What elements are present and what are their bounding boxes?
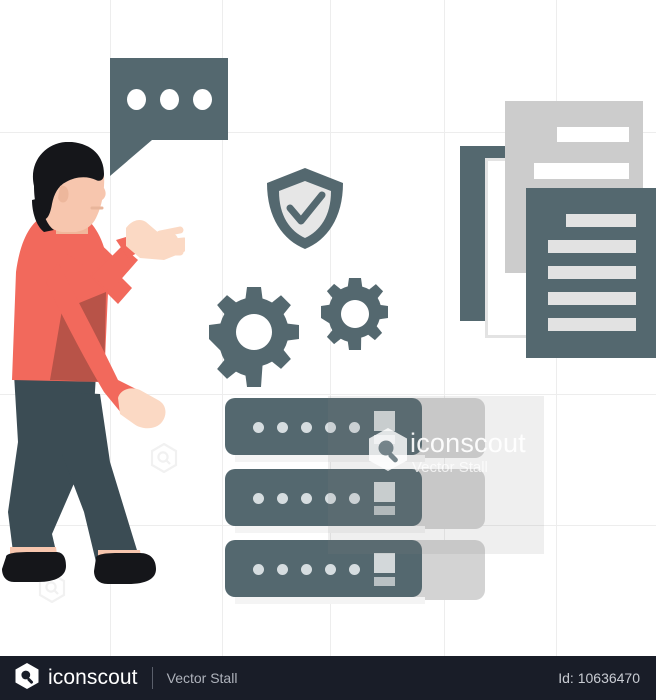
illustration-canvas: iconscout Vector Stall iconscout Vector …	[0, 0, 656, 700]
document-front	[526, 188, 656, 358]
server-led	[349, 493, 360, 504]
server-led-row	[253, 493, 360, 504]
server-base-gap	[235, 455, 425, 462]
footer-brand-name: iconscout	[48, 666, 138, 689]
server-led-row	[253, 564, 360, 575]
server-unit	[225, 540, 485, 604]
document-stack	[455, 88, 656, 380]
server-led	[277, 564, 288, 575]
document-text-line	[557, 127, 629, 142]
chat-bubble-dot	[192, 88, 212, 110]
chat-bubble-dots	[110, 58, 228, 140]
server-led	[349, 564, 360, 575]
footer-logo[interactable]: iconscout	[14, 662, 138, 695]
server-led	[349, 422, 360, 433]
server-led	[253, 564, 264, 575]
server-drive-slot	[374, 435, 395, 444]
chat-bubble-dot	[159, 88, 179, 110]
document-text-line	[548, 240, 636, 253]
server-led	[253, 422, 264, 433]
server-led	[325, 422, 336, 433]
document-text-line	[548, 266, 636, 279]
server-front-panel	[225, 540, 422, 597]
server-drive-bay	[374, 553, 395, 573]
server-led	[277, 422, 288, 433]
server-unit	[225, 469, 485, 533]
document-text-line	[534, 163, 629, 179]
shield-check-icon	[265, 166, 345, 251]
document-text-line	[566, 214, 636, 227]
chat-bubble-dot	[126, 88, 146, 110]
server-drive-bay	[374, 411, 395, 431]
walking-man-character	[0, 141, 188, 597]
footer-contributor-name: Vector Stall	[166, 670, 238, 686]
server-base-gap	[235, 597, 425, 604]
gear-large-icon	[203, 286, 305, 388]
footer-divider	[151, 667, 153, 689]
document-text-line	[548, 292, 636, 305]
server-led	[325, 493, 336, 504]
server-led	[253, 493, 264, 504]
iconscout-hexagon-logo-icon	[14, 662, 40, 695]
character-left-hand	[118, 388, 166, 429]
server-base-gap	[235, 526, 425, 533]
server-led-row	[253, 422, 360, 433]
server-led	[301, 422, 312, 433]
server-front-panel	[225, 469, 422, 526]
chat-bubble	[110, 58, 228, 176]
document-text-line	[548, 318, 636, 331]
server-stack	[225, 398, 485, 604]
server-led	[277, 493, 288, 504]
server-front-panel	[225, 398, 422, 455]
server-led	[301, 564, 312, 575]
server-drive-bay	[374, 482, 395, 502]
server-unit	[225, 398, 485, 462]
footer-asset-id: Id: 10636470	[558, 670, 640, 686]
server-drive-slot	[374, 577, 395, 586]
footer-bar: iconscout Vector Stall Id: 10636470	[0, 656, 656, 700]
gear-small-icon	[318, 277, 392, 351]
server-drive-slot	[374, 506, 395, 515]
server-led	[325, 564, 336, 575]
server-led	[301, 493, 312, 504]
character-shoes	[2, 552, 156, 584]
